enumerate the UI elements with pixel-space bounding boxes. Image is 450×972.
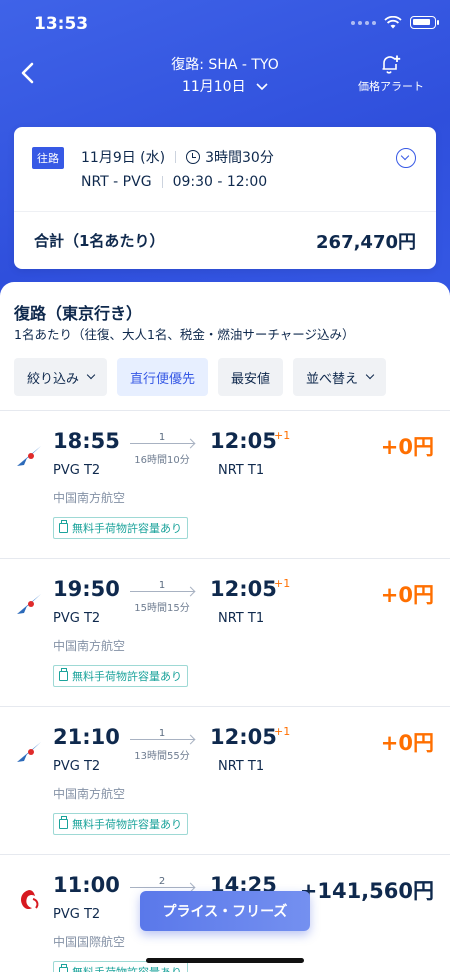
filter-bar: 絞り込み 直行便優先 最安値 並べ替え: [14, 358, 387, 396]
flight-duration: 16時間10分: [134, 455, 190, 466]
departure-airport: PVG T2: [53, 463, 101, 478]
stop-count: 1: [158, 728, 166, 739]
expand-chevron-icon[interactable]: [396, 148, 416, 168]
airline-name: 中国南方航空: [53, 491, 126, 505]
route-arrow-icon: [130, 739, 194, 740]
arrival-time: 12:05: [210, 577, 277, 601]
departure-time: 19:50: [53, 577, 120, 601]
price-alert-button[interactable]: 価格アラート: [354, 54, 428, 94]
china-southern-logo-icon: [17, 742, 41, 762]
departure-time: 21:10: [53, 725, 120, 749]
flight-row[interactable]: 19:50 1 15時間15分 12:05 +1 +0円 PVG T2 NRT …: [0, 558, 450, 706]
total-label: 合計（1名あたり）: [34, 232, 165, 250]
arrival-airport: NRT T1: [218, 463, 265, 478]
china-southern-logo-icon: [17, 594, 41, 614]
price-freeze-button[interactable]: プライス・フリーズ: [140, 891, 310, 931]
panel-title: 復路（東京行き）: [14, 304, 143, 323]
luggage-icon: [59, 668, 68, 681]
outbound-date: 11月9日 (水): [81, 150, 166, 166]
nav-bar: 復路: SHA - TYO 11月10日 価格アラート: [0, 52, 450, 102]
cheapest-button[interactable]: 最安値: [218, 358, 284, 396]
baggage-badge: 無料手荷物許容量あり: [53, 517, 188, 539]
clock-icon: [186, 150, 201, 164]
price-difference: +0円: [380, 583, 434, 607]
departure-time: 11:00: [53, 873, 120, 897]
departure-airport: PVG T2: [53, 759, 101, 774]
route-arrow-icon: [130, 887, 194, 888]
chevron-down-icon: [365, 370, 375, 380]
luggage-icon: [59, 520, 68, 533]
next-day-indicator: +1: [274, 725, 291, 738]
china-southern-logo-icon: [17, 446, 41, 466]
arrival-airport: NRT T1: [218, 611, 265, 626]
signal-icon: [351, 20, 376, 25]
route-arrow-icon: [130, 443, 194, 444]
stop-count: 1: [158, 580, 166, 591]
stop-count: 2: [158, 876, 166, 887]
airline-name: 中国国際航空: [53, 935, 126, 949]
flight-duration: 13時間55分: [134, 751, 190, 762]
total-price: 267,470円: [316, 232, 416, 253]
home-indicator: [146, 958, 304, 963]
filter-button[interactable]: 絞り込み: [14, 358, 108, 396]
next-day-indicator: +1: [274, 577, 291, 590]
flight-row[interactable]: 21:10 1 13時間55分 12:05 +1 +0円 PVG T2 NRT …: [0, 706, 450, 854]
departure-airport: PVG T2: [53, 907, 101, 922]
flight-duration: 15時間15分: [134, 603, 190, 614]
battery-icon: [410, 16, 439, 29]
selected-date: 11月10日: [181, 79, 246, 95]
outbound-tag: 往路: [32, 147, 64, 169]
air-china-logo-icon: [21, 890, 39, 910]
arrival-airport: NRT T1: [218, 759, 265, 774]
departure-time: 18:55: [53, 429, 120, 453]
status-bar: 13:53: [0, 12, 450, 42]
flight-list: 18:55 1 16時間10分 12:05 +1 +0円 PVG T2 NRT …: [0, 410, 450, 972]
chevron-down-icon: [86, 370, 96, 380]
airline-name: 中国南方航空: [53, 639, 126, 653]
departure-airport: PVG T2: [53, 611, 101, 626]
stop-count: 1: [158, 432, 166, 443]
wifi-icon: [384, 16, 402, 29]
outbound-times: 09:30 - 12:00: [172, 174, 268, 190]
panel-subtitle: 1名あたり（往復、大人1名、税金・燃油サーチャージ込み）: [14, 327, 355, 342]
luggage-icon: [59, 964, 68, 972]
arrival-time: 12:05: [210, 429, 277, 453]
price-alert-label: 価格アラート: [358, 80, 424, 93]
route-arrow-icon: [130, 591, 194, 592]
outbound-duration: 3時間30分: [205, 150, 274, 166]
status-time: 13:53: [34, 14, 89, 34]
flight-row[interactable]: 18:55 1 16時間10分 12:05 +1 +0円 PVG T2 NRT …: [0, 410, 450, 558]
chevron-down-icon: [256, 83, 268, 91]
price-difference: +0円: [380, 435, 434, 459]
price-difference: +141,560円: [299, 879, 434, 903]
outbound-route: NRT - PVG: [81, 174, 152, 190]
nonstop-first-button[interactable]: 直行便優先: [117, 358, 209, 396]
bell-plus-icon: [382, 55, 401, 74]
sort-button[interactable]: 並べ替え: [293, 358, 387, 396]
outbound-summary-card: 往路 11月9日 (水) 3時間30分 NRT - PVG 09:30 - 12…: [14, 127, 436, 269]
luggage-icon: [59, 816, 68, 829]
next-day-indicator: +1: [274, 429, 291, 442]
return-flights-panel: 復路（東京行き） 1名あたり（往復、大人1名、税金・燃油サーチャージ込み） 絞り…: [0, 282, 450, 972]
airline-name: 中国南方航空: [53, 787, 126, 801]
arrival-time: 12:05: [210, 725, 277, 749]
baggage-badge: 無料手荷物許容量あり: [53, 813, 188, 835]
baggage-badge: 無料手荷物許容量あり: [53, 665, 188, 687]
price-difference: +0円: [380, 731, 434, 755]
